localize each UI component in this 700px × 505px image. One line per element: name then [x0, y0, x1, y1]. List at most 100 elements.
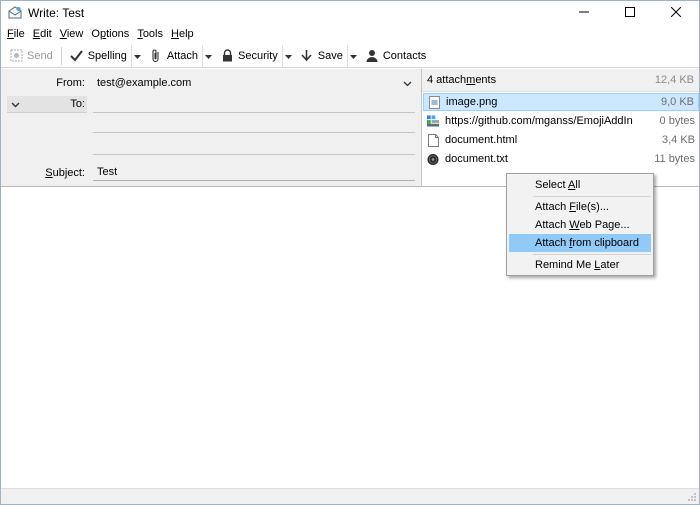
recipient-type-toggle[interactable]: To: — [7, 96, 87, 113]
dropdown-arrow-icon — [349, 50, 357, 62]
contacts-label: Contacts — [382, 49, 427, 62]
dropdown-arrow-icon — [284, 50, 292, 62]
attachment-count-accel: m — [466, 74, 476, 86]
checkmark-icon — [70, 49, 84, 63]
attachment-item[interactable]: image.png 9,0 KB — [423, 93, 699, 111]
maximize-button[interactable] — [607, 1, 653, 25]
attachment-name: document.txt — [445, 153, 508, 165]
menu-item-remind-me-later[interactable]: Remind Me Later — [509, 256, 651, 274]
security-button[interactable]: Security — [216, 45, 282, 67]
resize-grip-icon[interactable] — [687, 492, 697, 502]
attachment-total-size: 12,4 KB — [654, 74, 694, 86]
menu-help-rest: elp — [178, 28, 194, 40]
dropdown-arrow-icon — [205, 50, 213, 62]
menu-file[interactable]: File — [3, 25, 29, 44]
lock-icon — [220, 49, 234, 63]
menu-edit-accel: E — [32, 28, 41, 40]
attach-web-pre: Attach — [535, 219, 570, 231]
web-link-icon — [427, 115, 439, 128]
menu-edit[interactable]: Edit — [29, 25, 56, 44]
remind-later-pre: Remind Me — [535, 259, 595, 271]
minimize-icon — [579, 7, 589, 20]
attachment-name: document.html — [445, 134, 518, 146]
menu-options-rest: tions — [106, 28, 130, 40]
select-all-post: ll — [575, 179, 581, 191]
menu-options-pre: O — [91, 28, 100, 40]
attachment-name: https://github.com/mganss/EmojiAddIn — [445, 115, 633, 127]
attachment-size: 3,4 KB — [661, 134, 695, 146]
status-bar — [1, 488, 699, 504]
subject-label: Subject: — [45, 167, 85, 179]
toolbar-separator — [60, 46, 62, 65]
menu-item-attach-files[interactable]: Attach File(s)... — [509, 198, 651, 216]
from-select[interactable]: test@example.com — [93, 75, 415, 91]
security-dropdown[interactable] — [281, 44, 294, 67]
from-value: test@example.com — [97, 77, 192, 89]
menu-view[interactable]: View — [56, 25, 88, 44]
spelling-button[interactable]: Spelling — [66, 45, 131, 67]
menu-file-rest: ile — [13, 28, 25, 40]
dropdown-arrow-icon — [133, 50, 141, 62]
save-dropdown[interactable] — [346, 44, 359, 67]
toolbar: Send Spelling Attach Security Save Conta… — [1, 44, 699, 68]
menu-bar: File Edit View Options Tools Help — [1, 25, 699, 44]
recipient-input-3[interactable] — [93, 137, 415, 155]
to-input[interactable] — [93, 95, 415, 113]
menu-separator — [533, 196, 651, 197]
attachment-item[interactable]: document.html 3,4 KB — [423, 131, 699, 149]
menu-view-accel: V — [59, 28, 67, 40]
menu-item-attach-from-clipboard[interactable]: Attach from clipboard — [509, 234, 651, 252]
contacts-button[interactable]: Contacts — [361, 45, 430, 67]
menu-item-attach-web-page[interactable]: Attach Web Page... — [509, 216, 651, 234]
attachment-header[interactable]: 4 attachments 12,4 KB — [422, 69, 699, 92]
attachment-name: image.png — [446, 96, 498, 108]
to-label: To: — [70, 98, 85, 110]
title-bar: Write: Test — [1, 1, 699, 25]
attachment-size: 9,0 KB — [660, 96, 694, 108]
window-title: Write: Test — [28, 6, 85, 20]
menu-help[interactable]: Help — [167, 25, 198, 44]
spelling-label: Spelling — [87, 49, 127, 62]
attach-button[interactable]: Attach — [145, 45, 202, 67]
attach-clipboard-post: rom clipboard — [572, 237, 639, 249]
select-all-pre: Select — [535, 179, 569, 191]
person-icon — [365, 49, 379, 63]
menu-tools[interactable]: Tools — [133, 25, 167, 44]
attachment-item[interactable]: https://github.com/mganss/EmojiAddIn 0 b… — [423, 112, 699, 130]
attach-dropdown[interactable] — [202, 44, 214, 67]
download-arrow-icon — [300, 49, 314, 63]
attachment-size: 0 bytes — [659, 115, 695, 127]
spelling-dropdown[interactable] — [130, 44, 143, 67]
menu-separator — [533, 254, 651, 255]
menu-options[interactable]: Options — [87, 25, 133, 44]
write-app-icon — [8, 6, 22, 19]
chevron-down-icon — [403, 76, 412, 92]
attachment-context-menu: Select All Attach File(s)... Attach Web … — [506, 173, 654, 276]
recipient-input-2[interactable] — [93, 115, 415, 133]
attachment-count-pre: 4 attach — [427, 74, 467, 86]
attachment-item[interactable]: document.txt 11 bytes — [423, 150, 699, 168]
chevron-down-icon — [11, 99, 20, 111]
paperclip-icon — [149, 49, 163, 63]
minimize-button[interactable] — [561, 1, 607, 25]
security-label: Security — [238, 49, 278, 62]
subject-accel: S — [45, 167, 53, 179]
subject-input[interactable]: Test — [93, 163, 415, 181]
send-icon — [9, 49, 23, 63]
menu-item-select-all[interactable]: Select All — [509, 176, 651, 194]
send-button[interactable]: Send — [5, 45, 57, 67]
menu-view-rest: iew — [66, 28, 84, 40]
attach-files-pre: Attach — [535, 201, 570, 213]
image-file-icon — [428, 95, 440, 109]
attachment-size: 11 bytes — [654, 153, 695, 165]
from-label: From: — [56, 77, 85, 89]
close-icon — [670, 6, 682, 20]
save-label: Save — [317, 49, 343, 62]
save-button[interactable]: Save — [296, 45, 347, 67]
remind-later-post: ater — [600, 259, 620, 271]
menu-help-accel: H — [171, 28, 179, 40]
attachment-count: 4 attachments — [427, 74, 496, 86]
close-button[interactable] — [653, 1, 699, 25]
attach-web-post: eb Page... — [579, 219, 630, 231]
menu-tools-rest: ools — [142, 28, 163, 40]
